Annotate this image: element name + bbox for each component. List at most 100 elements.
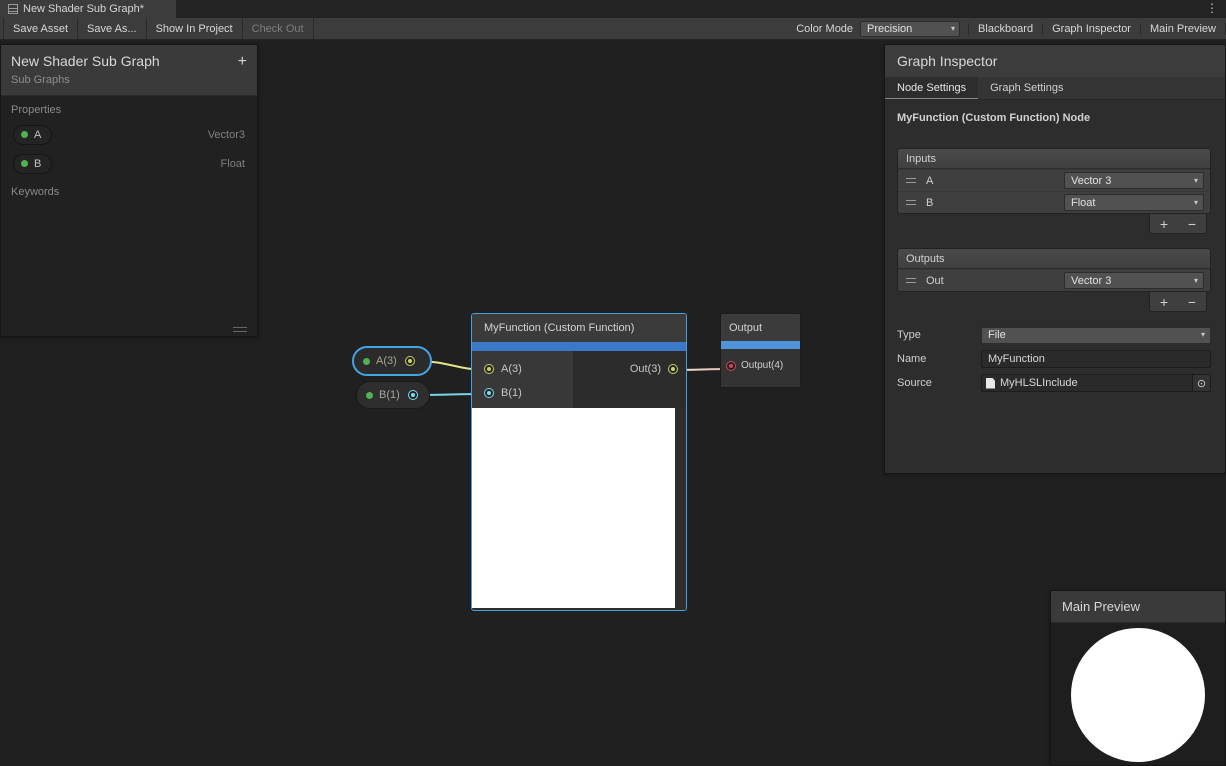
properties-section-label: Properties bbox=[1, 96, 257, 120]
object-picker-icon[interactable]: ⊙ bbox=[1192, 375, 1210, 391]
output-name: Out bbox=[926, 275, 944, 287]
graph-inspector-toggle-button[interactable]: Graph Inspector bbox=[1043, 23, 1141, 35]
drag-handle-icon[interactable] bbox=[906, 200, 916, 205]
panel-title[interactable]: Graph Inspector bbox=[885, 45, 1225, 77]
property-node-label: A(3) bbox=[376, 355, 397, 367]
property-node-b[interactable]: B(1) bbox=[356, 381, 430, 409]
node-title[interactable]: Output bbox=[721, 314, 800, 341]
graph-inspector-panel: Graph Inspector Node Settings Graph Sett… bbox=[884, 44, 1226, 474]
chevron-down-icon: ▾ bbox=[951, 25, 955, 33]
tab-graph-settings[interactable]: Graph Settings bbox=[978, 77, 1075, 99]
main-preview-panel: Main Preview bbox=[1050, 590, 1226, 766]
remove-output-button[interactable]: − bbox=[1178, 292, 1206, 311]
input-port-output[interactable]: Output(4) bbox=[726, 360, 783, 371]
source-object-field[interactable]: MyHLSLInclude ⊙ bbox=[981, 374, 1211, 392]
save-asset-button[interactable]: Save Asset bbox=[3, 18, 78, 39]
blackboard-header[interactable]: New Shader Sub Graph Sub Graphs + bbox=[1, 45, 257, 96]
node-port-area: Output(4) bbox=[721, 349, 800, 387]
window-menu-icon[interactable]: ⋮ bbox=[1206, 1, 1218, 15]
outputs-list: Outputs Out Vector 3 ▾ bbox=[897, 248, 1211, 292]
blackboard-toggle-button[interactable]: Blackboard bbox=[968, 23, 1043, 35]
property-pill-a[interactable]: A bbox=[13, 125, 52, 145]
output-type-dropdown[interactable]: Vector 3 ▾ bbox=[1064, 272, 1204, 289]
custom-function-node[interactable]: MyFunction (Custom Function) A(3) B(1) O… bbox=[471, 313, 687, 611]
check-out-button: Check Out bbox=[243, 18, 314, 39]
property-pill-b[interactable]: B bbox=[13, 154, 52, 174]
outputs-header: Outputs bbox=[898, 249, 1210, 269]
input-name: B bbox=[926, 197, 933, 209]
outputs-footer: + − bbox=[885, 292, 1207, 312]
type-dropdown[interactable]: File ▾ bbox=[981, 327, 1211, 344]
chevron-down-icon: ▾ bbox=[1201, 331, 1205, 339]
resize-grip[interactable] bbox=[233, 327, 247, 332]
name-field[interactable]: MyFunction bbox=[981, 350, 1211, 368]
output-port-out[interactable]: Out(3) bbox=[630, 363, 678, 375]
node-accent-bar bbox=[472, 342, 686, 351]
keywords-section-label: Keywords bbox=[1, 178, 257, 202]
node-port-area: A(3) B(1) Out(3) bbox=[472, 351, 686, 408]
add-output-button[interactable]: + bbox=[1150, 292, 1178, 311]
add-input-button[interactable]: + bbox=[1150, 214, 1178, 233]
input-name: A bbox=[926, 175, 933, 187]
window-tab-strip: New Shader Sub Graph* ⋮ bbox=[0, 0, 1226, 18]
input-type-dropdown[interactable]: Vector 3 ▾ bbox=[1064, 172, 1204, 189]
list-item[interactable]: A Vector3 bbox=[1, 120, 257, 149]
node-title[interactable]: MyFunction (Custom Function) bbox=[472, 314, 686, 342]
type-label: Type bbox=[897, 329, 981, 341]
property-node-label: B(1) bbox=[379, 389, 400, 401]
drag-handle-icon[interactable] bbox=[906, 178, 916, 183]
tab-title: New Shader Sub Graph* bbox=[23, 3, 144, 15]
port-vector4-icon[interactable] bbox=[726, 361, 736, 371]
preview-sphere bbox=[1071, 628, 1205, 762]
inputs-footer: + − bbox=[885, 214, 1207, 234]
node-accent-bar bbox=[721, 341, 800, 349]
name-label: Name bbox=[897, 353, 981, 365]
inspected-node-title: MyFunction (Custom Function) Node bbox=[897, 112, 1211, 124]
list-item[interactable]: B Float bbox=[1, 149, 257, 178]
script-file-icon bbox=[986, 378, 995, 389]
port-label: Out(3) bbox=[630, 363, 661, 375]
main-preview-toggle-button[interactable]: Main Preview bbox=[1141, 23, 1226, 35]
input-port-b[interactable]: B(1) bbox=[484, 387, 522, 399]
property-node-a[interactable]: A(3) bbox=[352, 346, 432, 376]
inputs-header: Inputs bbox=[898, 149, 1210, 169]
property-color-dot bbox=[21, 160, 28, 167]
chevron-down-icon: ▾ bbox=[1194, 199, 1198, 207]
table-row[interactable]: Out Vector 3 ▾ bbox=[898, 269, 1210, 291]
document-tab[interactable]: New Shader Sub Graph* bbox=[0, 0, 176, 18]
port-float-icon[interactable] bbox=[408, 390, 418, 400]
chevron-down-icon: ▾ bbox=[1194, 177, 1198, 185]
port-vector3-icon[interactable] bbox=[484, 364, 494, 374]
node-preview-area bbox=[472, 408, 675, 608]
property-color-dot bbox=[21, 131, 28, 138]
color-mode-dropdown[interactable]: Precision ▾ bbox=[860, 21, 960, 37]
save-as-button[interactable]: Save As... bbox=[78, 18, 147, 39]
show-in-project-button[interactable]: Show In Project bbox=[147, 18, 243, 39]
input-port-a[interactable]: A(3) bbox=[484, 363, 522, 375]
blackboard-subtitle: Sub Graphs bbox=[11, 74, 247, 86]
property-color-dot bbox=[363, 358, 370, 365]
main-preview-title[interactable]: Main Preview bbox=[1051, 591, 1225, 623]
toolbar: Save Asset Save As... Show In Project Ch… bbox=[0, 18, 1226, 40]
inputs-list: Inputs A Vector 3 ▾ B Float ▾ bbox=[897, 148, 1211, 214]
output-node[interactable]: Output Output(4) bbox=[720, 313, 801, 388]
port-float-icon[interactable] bbox=[484, 388, 494, 398]
property-name: B bbox=[34, 158, 41, 170]
drag-handle-icon[interactable] bbox=[906, 278, 916, 283]
input-type-dropdown[interactable]: Float ▾ bbox=[1064, 194, 1204, 211]
remove-input-button[interactable]: − bbox=[1178, 214, 1206, 233]
color-mode-label: Color Mode bbox=[789, 23, 860, 35]
blackboard-panel: New Shader Sub Graph Sub Graphs + Proper… bbox=[0, 44, 258, 337]
property-type-label: Vector3 bbox=[208, 129, 245, 141]
port-vector3-icon[interactable] bbox=[405, 356, 415, 366]
table-row[interactable]: A Vector 3 ▾ bbox=[898, 169, 1210, 191]
tab-node-settings[interactable]: Node Settings bbox=[885, 77, 978, 99]
main-preview-viewport[interactable] bbox=[1051, 623, 1225, 766]
inspector-tab-bar: Node Settings Graph Settings bbox=[885, 77, 1225, 100]
chevron-down-icon: ▾ bbox=[1194, 277, 1198, 285]
table-row[interactable]: B Float ▾ bbox=[898, 191, 1210, 213]
add-property-button[interactable]: + bbox=[238, 53, 247, 71]
port-vector3-icon[interactable] bbox=[668, 364, 678, 374]
shader-graph-icon bbox=[8, 4, 18, 14]
property-name: A bbox=[34, 129, 41, 141]
